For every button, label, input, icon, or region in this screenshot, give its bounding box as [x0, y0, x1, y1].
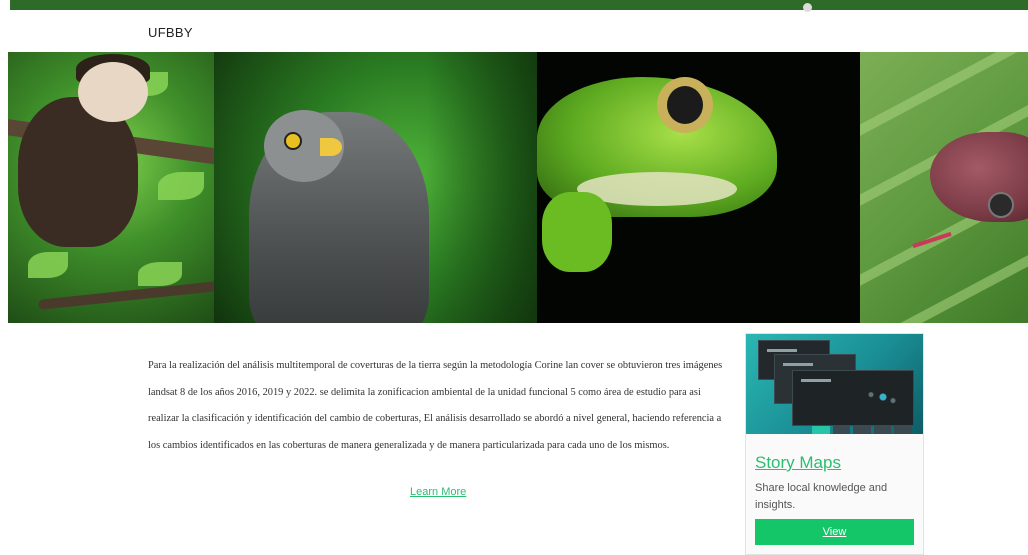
learn-more-link[interactable]: Learn More: [410, 486, 466, 498]
story-maps-thumbnail: [746, 334, 923, 434]
frog-photo: [537, 52, 860, 323]
story-maps-card: Story Maps Share local knowledge and ins…: [745, 333, 924, 555]
top-navigation-bar: [10, 0, 1028, 12]
snake-photo: [860, 52, 1028, 323]
hawk-photo: [214, 52, 537, 323]
monkey-photo: [8, 52, 214, 323]
story-maps-title-link[interactable]: Story Maps: [755, 453, 841, 473]
user-avatar-icon[interactable]: [803, 3, 812, 12]
description-text: Para la realización del análisis multite…: [148, 360, 723, 451]
story-maps-description: Share local knowledge and insights.: [755, 482, 888, 511]
site-title: UFBBY: [148, 25, 193, 40]
view-button[interactable]: View: [755, 519, 914, 545]
hero-banner: [8, 52, 1028, 323]
